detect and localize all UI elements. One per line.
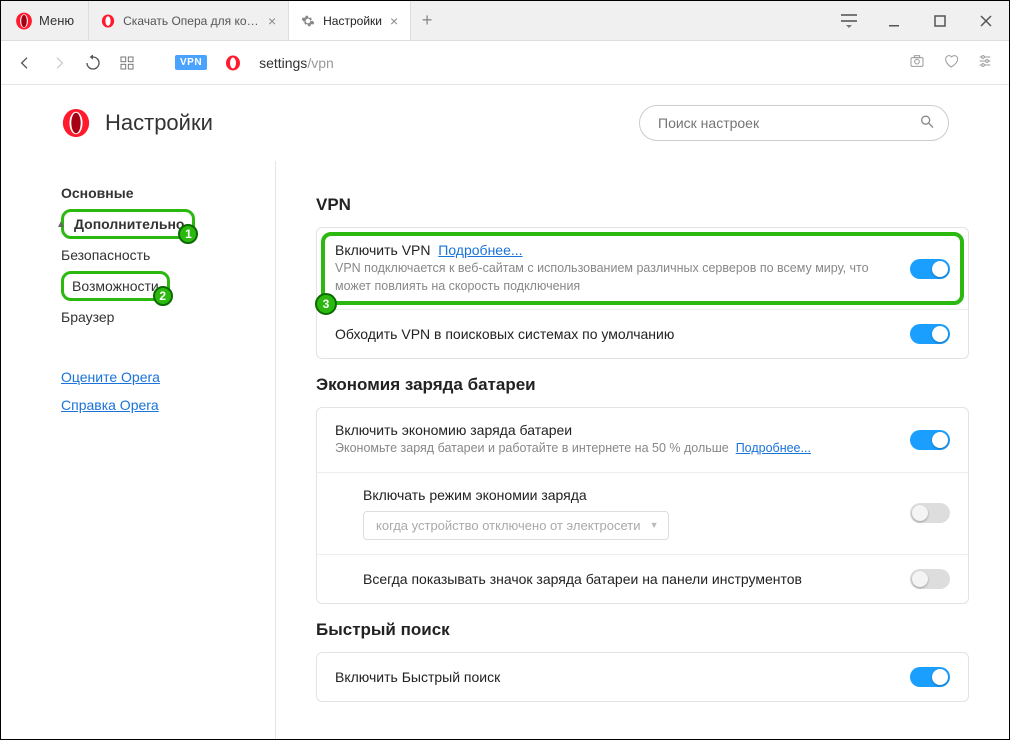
bookmark-heart-icon[interactable] xyxy=(943,53,959,72)
vpn-card: 3 Включить VPN Подробнее... VPN подключа… xyxy=(316,227,969,359)
battery-mode-select[interactable]: когда устройство отключено от электросет… xyxy=(363,511,669,540)
sidebar-link-rate-opera[interactable]: Оцените Opera xyxy=(61,363,245,391)
sidebar-item-security[interactable]: Безопасность xyxy=(61,239,245,271)
annotation-badge: 3 xyxy=(315,293,337,315)
new-tab-button[interactable]: + xyxy=(411,1,443,40)
gear-icon xyxy=(301,14,315,28)
page-title: Настройки xyxy=(105,110,213,136)
section-title-quicksearch: Быстрый поиск xyxy=(316,620,969,640)
row-title: Включить Быстрый поиск xyxy=(335,669,896,685)
easy-setup-icon[interactable] xyxy=(977,53,993,72)
settings-page: Настройки Основные ▲ Дополнительно 1 Без… xyxy=(1,85,1009,739)
snapshot-icon[interactable] xyxy=(909,53,925,72)
settings-sidebar: Основные ▲ Дополнительно 1 Безопасность … xyxy=(1,161,276,739)
app-window: Меню Скачать Опера для компь × Настройки… xyxy=(0,0,1010,740)
settings-main: VPN 3 Включить VPN Подробнее... VPN подк… xyxy=(276,161,1009,739)
row-enable-quicksearch: Включить Быстрый поиск xyxy=(317,653,968,701)
titlebar: Меню Скачать Опера для компь × Настройки… xyxy=(1,1,1009,41)
section-title-vpn: VPN xyxy=(316,195,969,215)
toggle-bypass-vpn-search[interactable] xyxy=(910,324,950,344)
url-host: settings xyxy=(259,55,307,71)
menu-button[interactable]: Меню xyxy=(1,1,89,40)
menu-label: Меню xyxy=(39,13,74,28)
tab-download-opera[interactable]: Скачать Опера для компь × xyxy=(89,1,289,40)
close-icon[interactable]: × xyxy=(268,14,276,28)
row-title: Обходить VPN в поисковых системах по умо… xyxy=(335,326,896,342)
back-button[interactable] xyxy=(17,55,33,71)
toggle-enable-quicksearch[interactable] xyxy=(910,667,950,687)
search-input[interactable] xyxy=(639,105,949,141)
row-description: Экономьте заряд батареи и работайте в ин… xyxy=(335,440,896,458)
sidebar-item-advanced[interactable]: ▲ Дополнительно 1 xyxy=(61,209,195,239)
sidebar-item-basic[interactable]: Основные xyxy=(61,177,245,209)
row-title: Включить экономию заряда батареи xyxy=(335,422,896,438)
toggle-always-show-battery-icon xyxy=(910,569,950,589)
sidebar-item-browser[interactable]: Браузер xyxy=(61,301,245,333)
maximize-button[interactable] xyxy=(917,1,963,41)
close-window-button[interactable] xyxy=(963,1,1009,41)
settings-header: Настройки xyxy=(1,85,1009,161)
sidebar-link-help-opera[interactable]: Справка Opera xyxy=(61,391,245,419)
quicksearch-card: Включить Быстрый поиск xyxy=(316,652,969,702)
vpn-badge[interactable]: VPN xyxy=(175,55,207,70)
forward-button[interactable] xyxy=(51,55,67,71)
opera-icon xyxy=(61,108,91,138)
settings-search xyxy=(639,105,949,141)
sidebar-item-label: Дополнительно xyxy=(74,216,184,232)
toggle-enable-battery-saver[interactable] xyxy=(910,430,950,450)
row-enable-battery-saver: Включить экономию заряда батареи Экономь… xyxy=(317,408,968,472)
tab-menu-icon[interactable] xyxy=(827,1,871,40)
row-battery-saver-mode: Включать режим экономии заряда когда уст… xyxy=(317,472,968,554)
speed-dial-icon[interactable] xyxy=(119,55,135,71)
tab-settings[interactable]: Настройки × xyxy=(289,1,411,40)
sidebar-item-label: Браузер xyxy=(61,309,114,325)
tab-label: Скачать Опера для компь xyxy=(123,14,260,28)
opera-icon xyxy=(101,14,115,28)
row-enable-vpn: 3 Включить VPN Подробнее... VPN подключа… xyxy=(317,228,968,309)
row-title: Включить VPN Подробнее... xyxy=(335,242,896,258)
learn-more-link[interactable]: Подробнее... xyxy=(438,242,522,258)
row-title: Включать режим экономии заряда xyxy=(363,487,896,503)
section-title-battery: Экономия заряда батареи xyxy=(316,375,969,395)
opera-icon xyxy=(15,12,33,30)
close-icon[interactable]: × xyxy=(390,14,398,28)
sidebar-item-label: Основные xyxy=(61,185,134,201)
opera-icon xyxy=(225,55,241,71)
sidebar-item-features[interactable]: Возможности 2 xyxy=(61,271,170,301)
url-field[interactable]: settings/vpn xyxy=(259,55,891,71)
sidebar-item-label: Возможности xyxy=(72,278,159,294)
row-description: VPN подключается к веб-сайтам с использо… xyxy=(335,260,896,295)
battery-card: Включить экономию заряда батареи Экономь… xyxy=(316,407,969,604)
toggle-enable-vpn[interactable] xyxy=(910,259,950,279)
search-icon xyxy=(919,114,935,133)
url-path: /vpn xyxy=(307,55,333,71)
toggle-battery-saver-mode xyxy=(910,503,950,523)
reload-button[interactable] xyxy=(85,55,101,71)
minimize-button[interactable] xyxy=(871,1,917,41)
row-always-show-battery-icon: Всегда показывать значок заряда батареи … xyxy=(317,554,968,603)
window-controls xyxy=(871,1,1009,40)
learn-more-link[interactable]: Подробнее... xyxy=(736,441,811,455)
row-bypass-vpn-search: Обходить VPN в поисковых системах по умо… xyxy=(317,309,968,358)
address-bar: VPN settings/vpn xyxy=(1,41,1009,85)
sidebar-item-label: Безопасность xyxy=(61,247,150,263)
row-title: Всегда показывать значок заряда батареи … xyxy=(363,571,896,587)
tab-label: Настройки xyxy=(323,14,382,28)
chevron-up-icon: ▲ xyxy=(56,219,66,230)
